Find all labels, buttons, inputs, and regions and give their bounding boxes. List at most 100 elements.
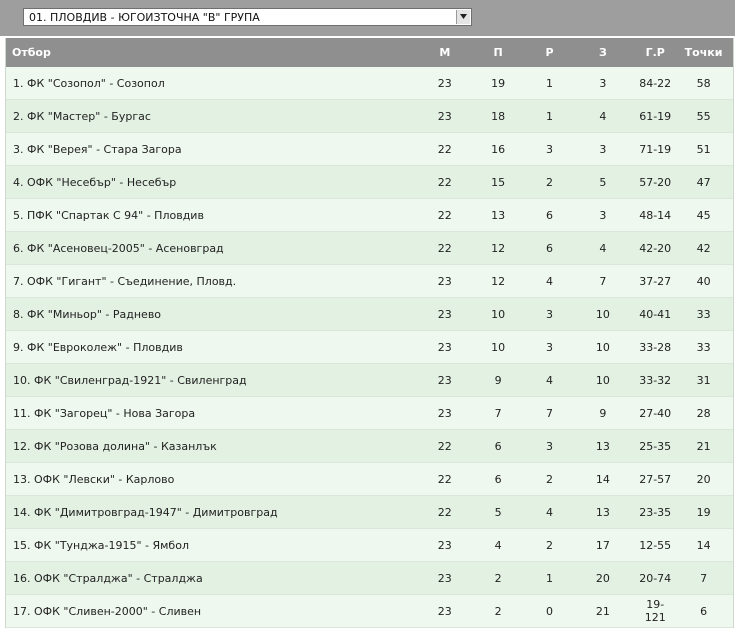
losses-cell: 10: [595, 373, 610, 387]
goal-ratio-cell: 19-121: [644, 598, 666, 624]
losses-cell: 7: [599, 274, 607, 288]
team-cell[interactable]: 3. ФК "Верея" - Стара Загора: [6, 143, 423, 156]
team-cell[interactable]: 6. ФК "Асеновец-2005" - Асеновград: [6, 242, 423, 255]
matches-cell: 22: [437, 208, 452, 222]
team-cell[interactable]: 13. ОФК "Левски" - Карлово: [6, 473, 423, 486]
matches-cell: 23: [437, 373, 452, 387]
table-row: 9. ФК "Евроколеж" - Пловдив 23 10 3 10 33-28 3…: [6, 331, 733, 364]
wins-cell: 2: [494, 571, 502, 585]
goal-ratio-cell: 33-32: [639, 373, 672, 387]
header-losses: З: [598, 46, 607, 59]
draws-cell: 3: [546, 439, 553, 453]
draws-cell: 2: [546, 175, 553, 189]
points-cell: 42: [696, 241, 711, 255]
losses-cell: 20: [595, 571, 610, 585]
points-cell: 40: [696, 274, 711, 288]
matches-cell: 23: [437, 406, 452, 420]
wins-cell: 13: [491, 208, 506, 222]
table-row: 4. ОФК "Несебър" - Несебър 22 15 2 5 57-20 47: [6, 166, 733, 199]
losses-cell: 4: [599, 241, 607, 255]
matches-cell: 23: [437, 307, 452, 321]
team-cell[interactable]: 17. ОФК "Сливен-2000" - Сливен: [6, 605, 423, 618]
table-row: 10. ФК "Свиленград-1921" - Свиленград 23 9…: [6, 364, 733, 397]
points-cell: 28: [696, 406, 711, 420]
standings-table: Отбор М П Р З Г.Р Точки 1. ФК "Созопол" …: [5, 38, 734, 628]
losses-cell: 17: [595, 538, 610, 552]
header-goal-ratio: Г.Р: [645, 46, 665, 59]
draws-cell: 1: [546, 76, 553, 90]
wins-cell: 16: [491, 142, 506, 156]
wins-cell: 4: [494, 538, 502, 552]
matches-cell: 23: [437, 538, 452, 552]
table-row: 7. ОФК "Гигант" - Съединение, Пловд. 23 12…: [6, 265, 733, 298]
points-cell: 21: [696, 439, 711, 453]
wins-cell: 6: [494, 439, 502, 453]
wins-cell: 12: [491, 274, 506, 288]
team-cell[interactable]: 5. ПФК "Спартак С 94" - Пловдив: [6, 209, 423, 222]
points-cell: 14: [696, 538, 711, 552]
header-matches: М: [439, 46, 451, 59]
losses-cell: 13: [595, 505, 610, 519]
table-row: 2. ФК "Мастер" - Бургас 23 18 1 4 61-19 55: [6, 100, 733, 133]
wins-cell: 6: [494, 472, 502, 486]
header-team: Отбор: [12, 46, 51, 59]
team-cell[interactable]: 1. ФК "Созопол" - Созопол: [6, 77, 423, 90]
team-cell[interactable]: 14. ФК "Димитровград-1947" - Димитровгра…: [6, 506, 423, 519]
draws-cell: 4: [546, 505, 553, 519]
team-cell[interactable]: 16. ОФК "Стралджа" - Стралджа: [6, 572, 423, 585]
wins-cell: 5: [494, 505, 502, 519]
losses-cell: 5: [599, 175, 607, 189]
draws-cell: 1: [546, 109, 553, 123]
wins-cell: 15: [491, 175, 506, 189]
team-cell[interactable]: 4. ОФК "Несебър" - Несебър: [6, 176, 423, 189]
team-cell[interactable]: 2. ФК "Мастер" - Бургас: [6, 110, 423, 123]
draws-cell: 6: [546, 241, 553, 255]
matches-cell: 23: [437, 604, 452, 618]
team-cell[interactable]: 11. ФК "Загорец" - Нова Загора: [6, 407, 423, 420]
goal-ratio-cell: 33-28: [639, 340, 672, 354]
points-cell: 47: [696, 175, 711, 189]
draws-cell: 3: [546, 142, 553, 156]
wins-cell: 2: [494, 604, 502, 618]
losses-cell: 9: [599, 406, 607, 420]
team-cell[interactable]: 7. ОФК "Гигант" - Съединение, Пловд.: [6, 275, 423, 288]
table-row: 16. ОФК "Стралджа" - Стралджа 23 2 1 20 20-74…: [6, 562, 733, 595]
table-row: 8. ФК "Миньор" - Раднево 23 10 3 10 40-41 33: [6, 298, 733, 331]
matches-cell: 23: [437, 340, 452, 354]
group-select[interactable]: 01. ПЛОВДИВ - ЮГОИЗТОЧНА "В" ГРУПА: [23, 8, 472, 26]
team-cell[interactable]: 10. ФК "Свиленград-1921" - Свиленград: [6, 374, 423, 387]
losses-cell: 3: [599, 76, 607, 90]
matches-cell: 23: [437, 76, 452, 90]
matches-cell: 22: [437, 505, 452, 519]
matches-cell: 23: [437, 274, 452, 288]
team-cell[interactable]: 9. ФК "Евроколеж" - Пловдив: [6, 341, 423, 354]
matches-cell: 22: [437, 175, 452, 189]
draws-cell: 0: [546, 604, 553, 618]
goal-ratio-cell: 27-57: [639, 472, 672, 486]
wins-cell: 19: [491, 76, 506, 90]
dropdown-arrow-icon[interactable]: [456, 10, 470, 24]
team-cell[interactable]: 15. ФК "Тунджа-1915" - Ямбол: [6, 539, 423, 552]
goal-ratio-cell: 25-35: [639, 439, 672, 453]
table-row: 5. ПФК "Спартак С 94" - Пловдив 22 13 6 3 48-…: [6, 199, 733, 232]
goal-ratio-cell: 57-20: [639, 175, 672, 189]
team-cell[interactable]: 8. ФК "Миньор" - Раднево: [6, 308, 423, 321]
points-cell: 19: [696, 505, 711, 519]
team-cell[interactable]: 12. ФК "Розова долина" - Казанлък: [6, 440, 423, 453]
losses-cell: 10: [595, 307, 610, 321]
draws-cell: 1: [546, 571, 553, 585]
points-cell: 55: [696, 109, 711, 123]
table-row: 17. ОФК "Сливен-2000" - Сливен 23 2 0 21 19-1…: [6, 595, 733, 628]
top-toolbar: 01. ПЛОВДИВ - ЮГОИЗТОЧНА "В" ГРУПА: [0, 0, 735, 36]
table-row: 6. ФК "Асеновец-2005" - Асеновград 22 12 6 4…: [6, 232, 733, 265]
header-draws: Р: [545, 46, 554, 59]
table-row: 14. ФК "Димитровград-1947" - Димитровгра…: [6, 496, 733, 529]
points-cell: 31: [696, 373, 711, 387]
draws-cell: 2: [546, 538, 553, 552]
table-header: Отбор М П Р З Г.Р Точки: [6, 38, 733, 67]
table-row: 3. ФК "Верея" - Стара Загора 22 16 3 3 71-19 5…: [6, 133, 733, 166]
losses-cell: 21: [595, 604, 610, 618]
table-row: 1. ФК "Созопол" - Созопол 23 19 1 3 84-22 58: [6, 67, 733, 100]
goal-ratio-cell: 20-74: [639, 571, 672, 585]
goal-ratio-cell: 40-41: [639, 307, 672, 321]
